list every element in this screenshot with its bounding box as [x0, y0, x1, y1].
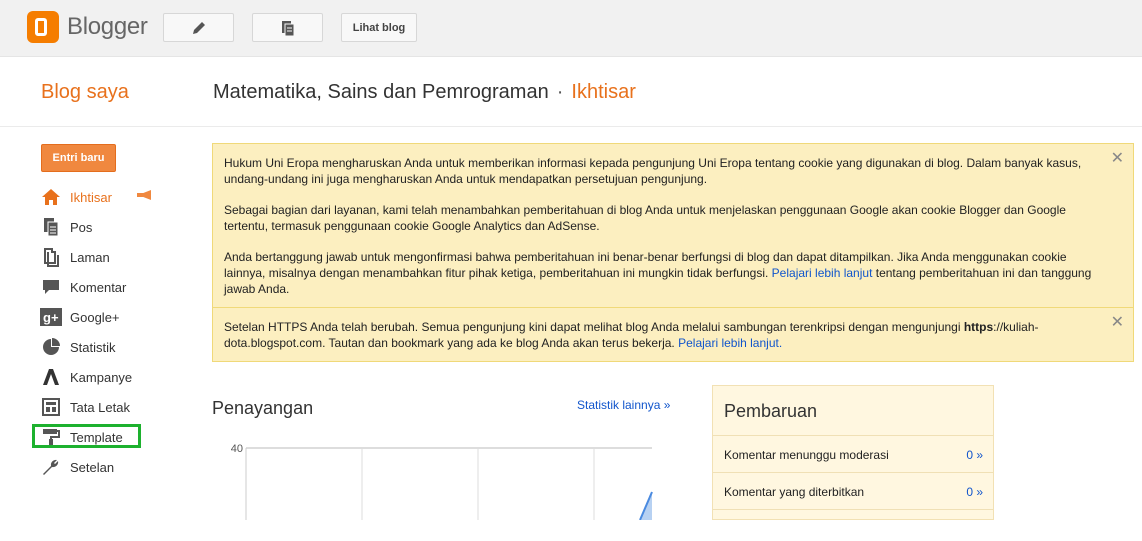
- cookie-notice-p3: Anda bertanggung jawab untuk mengonfirma…: [224, 250, 1092, 296]
- sidebar-item-label: Kampanye: [70, 369, 133, 385]
- my-blogs-link[interactable]: Blog saya: [41, 81, 129, 104]
- updates-row: Komentar menunggu moderasi 0 »: [713, 435, 993, 472]
- sidebar-item-google-plus[interactable]: g+ Google+: [40, 302, 200, 332]
- more-stats-link[interactable]: Statistik lainnya »: [577, 398, 670, 412]
- blog-title[interactable]: Matematika, Sains dan Pemrograman: [213, 81, 549, 103]
- svg-text:g+: g+: [43, 310, 59, 325]
- sidebar-item-pages[interactable]: Laman: [40, 242, 200, 272]
- layout-icon: [40, 397, 62, 417]
- learn-more-link[interactable]: Pelajari lebih lanjut: [772, 266, 873, 280]
- sidebar-item-posts[interactable]: Pos: [40, 212, 200, 242]
- section-title: Ikhtisar: [571, 81, 636, 103]
- sidebar-item-label: Ikhtisar: [70, 189, 112, 205]
- sidebar-item-stats[interactable]: Statistik: [40, 332, 200, 362]
- blogger-logo[interactable]: Blogger: [27, 11, 148, 43]
- view-blog-button[interactable]: Lihat blog: [341, 13, 417, 42]
- sidebar-item-label: Komentar: [70, 279, 127, 295]
- google-plus-icon: g+: [40, 307, 62, 327]
- sidebar-item-layout[interactable]: Tata Letak: [40, 392, 200, 422]
- views-title: Penayangan: [212, 398, 314, 418]
- new-post-button[interactable]: [163, 13, 234, 42]
- top-bar: Blogger Lihat blog: [0, 0, 1142, 57]
- updates-title: Pembaruan: [724, 401, 818, 421]
- blogger-logo-icon: [27, 11, 59, 43]
- https-notice-text: Setelan HTTPS Anda telah berubah. Semua …: [224, 320, 1039, 350]
- updates-row: Komentar yang diterbitkan 0 »: [713, 472, 993, 509]
- page-title: Matematika, Sains dan Pemrograman · Ikhtis…: [213, 81, 636, 104]
- updates-row: [713, 509, 993, 521]
- sidebar-item-label: Laman: [70, 249, 110, 265]
- pencil-icon: [192, 21, 205, 34]
- sidebar-item-label: Google+: [70, 309, 120, 325]
- updates-row-label: Komentar yang diterbitkan: [724, 485, 865, 499]
- pages-icon: [40, 247, 62, 267]
- megaphone-icon[interactable]: [137, 190, 151, 200]
- posts-list-button[interactable]: [252, 13, 323, 42]
- close-icon[interactable]: ✕: [1111, 151, 1124, 167]
- close-icon[interactable]: ✕: [1111, 315, 1124, 331]
- sidebar-item-settings[interactable]: Setelan: [40, 452, 200, 482]
- https-notice: ✕ Setelan HTTPS Anda telah berubah. Semu…: [212, 308, 1134, 362]
- new-post-entry-button[interactable]: Entri baru: [41, 144, 116, 172]
- sidebar-item-comments[interactable]: Komentar: [40, 272, 200, 302]
- sidebar-item-label: Setelan: [70, 459, 115, 475]
- updates-panel: Pembaruan Komentar menunggu moderasi 0 »…: [712, 385, 994, 520]
- cookie-notice: ✕ Hukum Uni Eropa mengharuskan Anda untu…: [212, 143, 1134, 308]
- posts-icon: [40, 217, 62, 237]
- page-header: Blog saya Matematika, Sains dan Pemrogra…: [0, 57, 1142, 127]
- updates-row-label: Komentar menunggu moderasi: [724, 448, 889, 462]
- y-tick-label: 40: [231, 443, 243, 455]
- sidebar-item-label: Tata Letak: [70, 399, 130, 415]
- wrench-icon: [40, 457, 62, 477]
- comment-icon: [40, 277, 62, 297]
- sidebar-item-campaigns[interactable]: Kampanye: [40, 362, 200, 392]
- pie-chart-icon: [40, 337, 62, 357]
- adwords-icon: [40, 367, 62, 387]
- home-icon: [40, 187, 62, 207]
- cookie-notice-p2: Sebagai bagian dari layanan, kami telah …: [224, 203, 1066, 233]
- sidebar-item-label: Pos: [70, 219, 93, 235]
- app-name: Blogger: [67, 13, 148, 40]
- posts-icon: [281, 20, 294, 36]
- sidebar-item-label: Statistik: [70, 339, 116, 355]
- views-chart: 40: [231, 443, 653, 520]
- learn-more-link[interactable]: Pelajari lebih lanjut.: [678, 336, 782, 350]
- updates-row-count[interactable]: 0 »: [966, 485, 983, 499]
- template-highlight-box: [32, 424, 141, 448]
- title-separator: ·: [556, 81, 564, 103]
- sidebar-item-overview[interactable]: Ikhtisar: [40, 182, 200, 212]
- cookie-notice-p1: Hukum Uni Eropa mengharuskan Anda untuk …: [224, 156, 1082, 186]
- updates-row-count[interactable]: 0 »: [966, 448, 983, 462]
